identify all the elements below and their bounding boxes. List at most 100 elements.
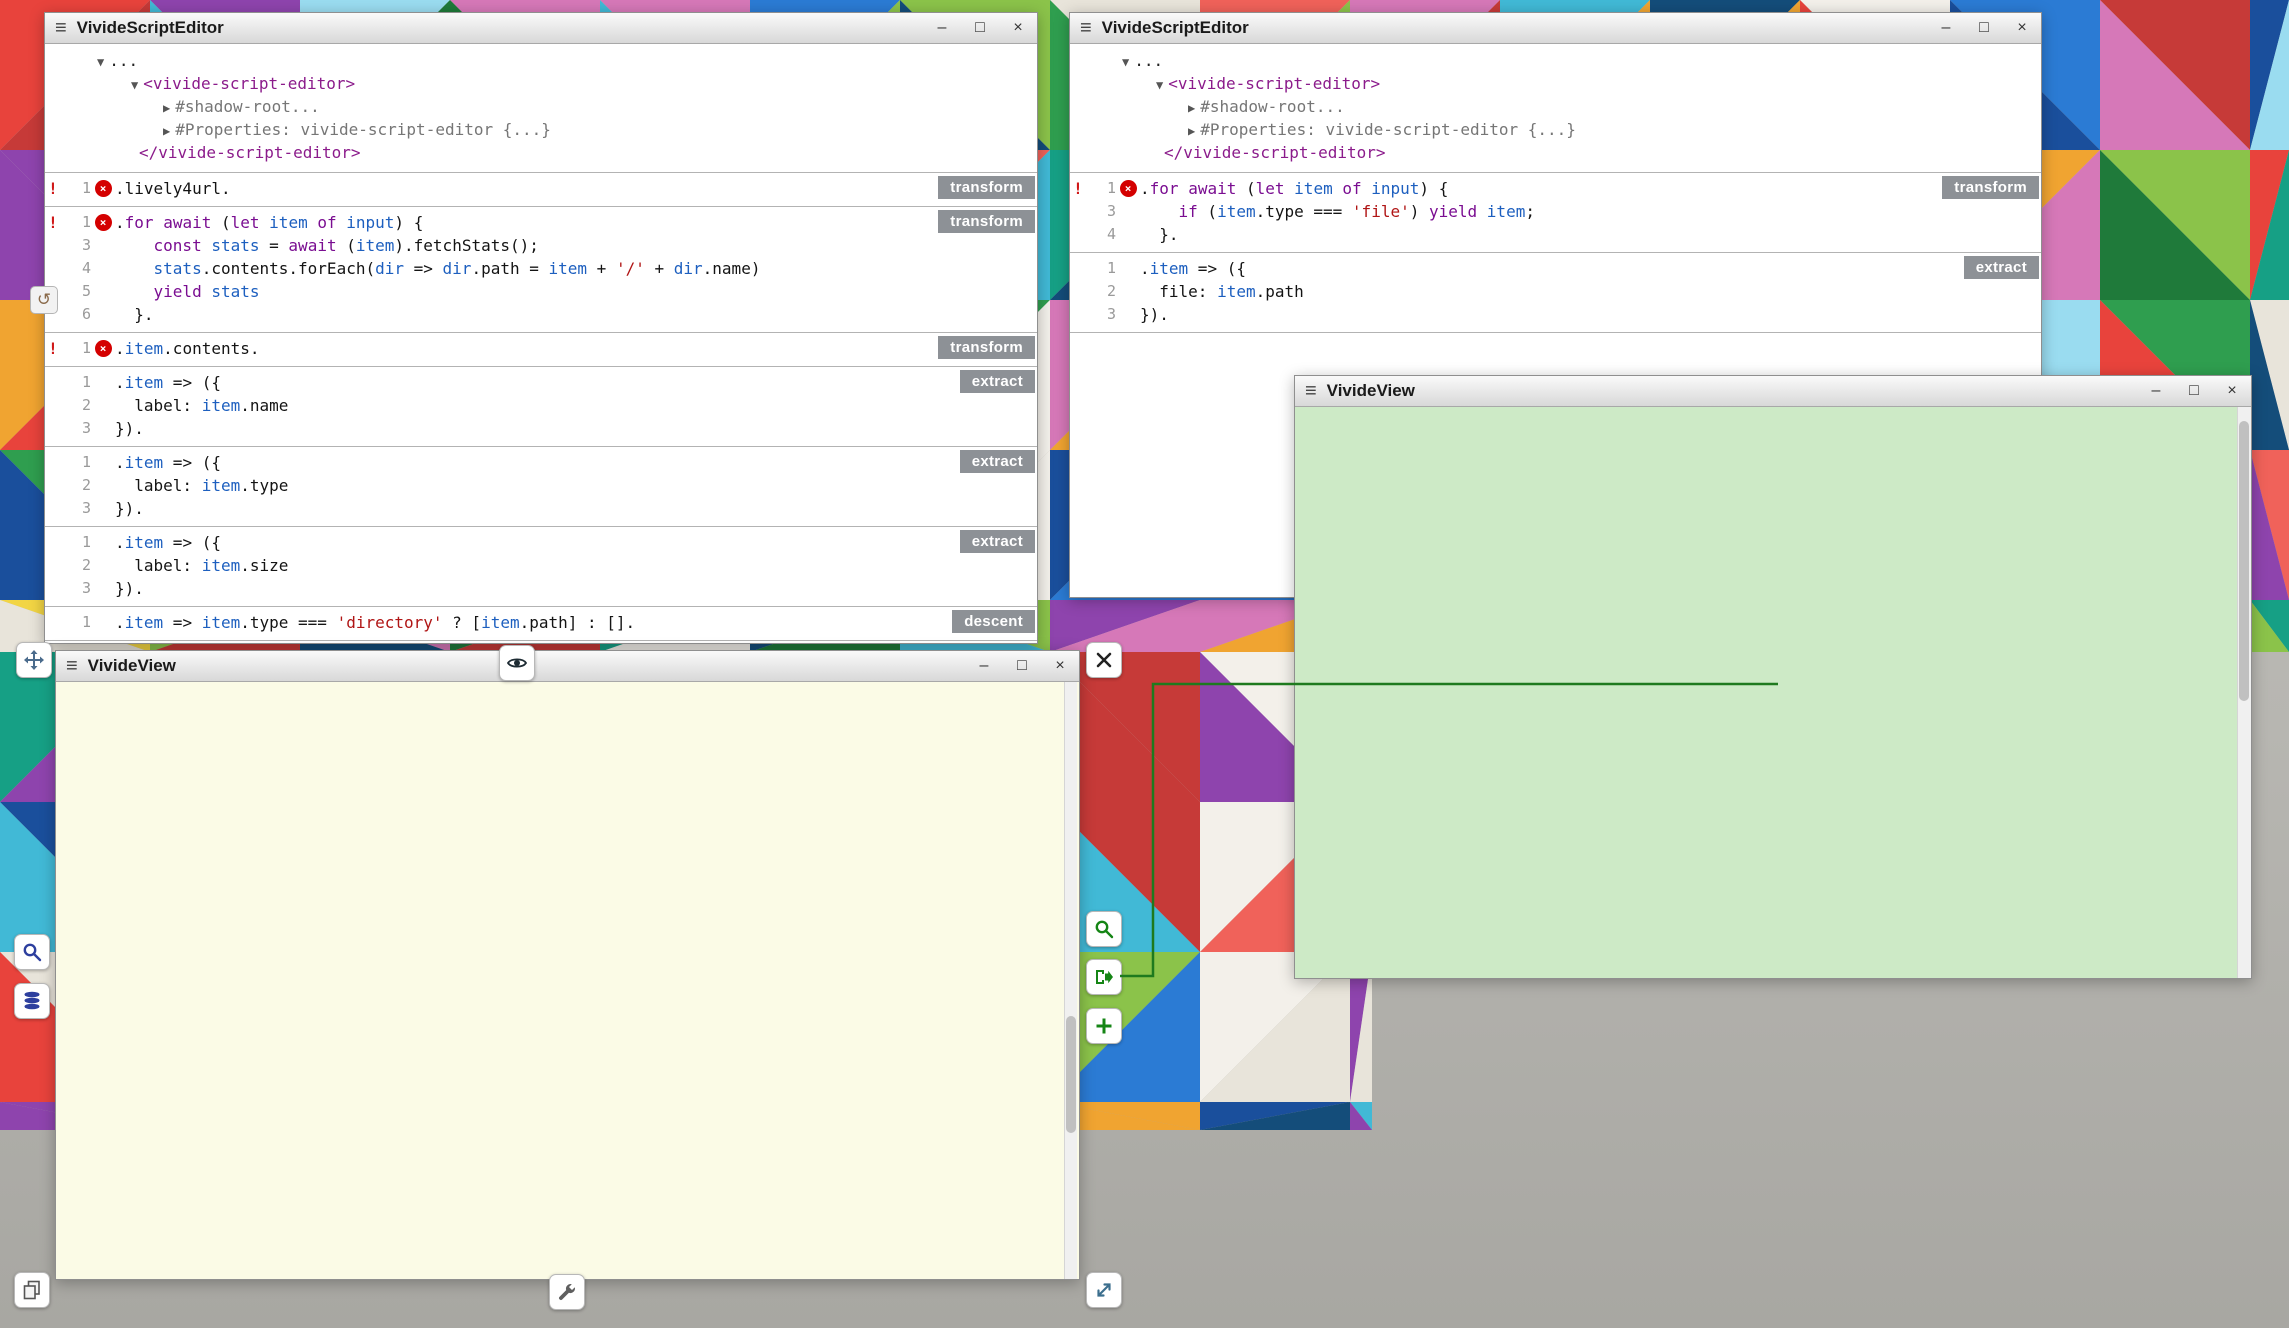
tree-expanded-icon[interactable]: ▼ xyxy=(1122,55,1129,69)
code-line[interactable]: yield stats xyxy=(115,280,260,303)
script-section-extract[interactable]: extract1.item => ({2 label: item.type3})… xyxy=(45,446,1037,526)
maximize-button[interactable]: □ xyxy=(1013,658,1031,674)
search-icon-green[interactable] xyxy=(1086,911,1122,947)
code-line[interactable]: }). xyxy=(1140,303,1169,326)
tree-collapsed-icon[interactable]: ▶ xyxy=(1188,101,1195,115)
code-line[interactable]: }). xyxy=(115,577,144,600)
add-icon[interactable] xyxy=(1086,1008,1122,1044)
script-section-transform[interactable]: transform!1×.for await (let item of inpu… xyxy=(45,206,1037,332)
close-button[interactable]: × xyxy=(1009,20,1027,36)
code-line[interactable]: .for await (let item of input) { xyxy=(1140,177,1448,200)
tree-expanded-icon[interactable]: ▼ xyxy=(131,78,138,92)
scrollbar-thumb[interactable] xyxy=(1066,1016,1076,1133)
script-section-extract[interactable]: extract1.item => ({2 label: item.name3})… xyxy=(45,366,1037,446)
titlebar[interactable]: ≡ VivideScriptEditor – □ × xyxy=(45,13,1037,44)
code-line[interactable]: .item.contents. xyxy=(115,337,260,360)
code-line[interactable]: .item => ({ xyxy=(115,531,221,554)
wrench-icon[interactable] xyxy=(549,1274,585,1310)
script-section-extract[interactable]: extract1.item => ({2 file: item.path3}). xyxy=(1070,252,2041,332)
scrollbar[interactable] xyxy=(2237,407,2251,978)
tree-open-tag-row[interactable]: ▼<vivide-script-editor> xyxy=(1070,73,2041,96)
code-line[interactable]: if (item.type === 'file') yield item; xyxy=(1140,200,1535,223)
undo-icon[interactable]: ↺ xyxy=(30,286,58,314)
script-sections[interactable]: transform!1×.lively4url.transform!1×.for… xyxy=(45,172,1037,641)
code-line[interactable]: const stats = await (item).fetchStats(); xyxy=(115,234,539,257)
code-line[interactable]: .lively4url. xyxy=(115,177,231,200)
minimize-button[interactable]: – xyxy=(933,20,951,36)
tree-properties-row[interactable]: ▶#Properties: vivide-script-editor {...} xyxy=(45,119,1037,142)
tree-close-tag-row[interactable]: </vivide-script-editor> xyxy=(1070,142,2041,164)
tree-shadow-root-row[interactable]: ▶#shadow-root... xyxy=(1070,96,2041,119)
script-sections[interactable]: transform!1×.for await (let item of inpu… xyxy=(1070,172,2041,333)
eye-icon[interactable] xyxy=(499,645,535,681)
resize-icon[interactable] xyxy=(1086,1272,1122,1308)
maximize-button[interactable]: □ xyxy=(2185,383,2203,399)
copy-icon[interactable] xyxy=(14,1272,50,1308)
script-editor-body[interactable]: ▼... ▼<vivide-script-editor> ▶#shadow-ro… xyxy=(45,44,1037,643)
maximize-button[interactable]: □ xyxy=(971,20,989,36)
close-button[interactable]: × xyxy=(2013,20,2031,36)
tree-open-tag-row[interactable]: ▼<vivide-script-editor> xyxy=(45,73,1037,96)
window-vivide-view-files[interactable]: ≡ VivideView – □ × xyxy=(55,650,1080,1280)
close-button[interactable]: × xyxy=(2223,383,2241,399)
code-line[interactable]: .item => ({ xyxy=(1140,257,1246,280)
script-section-descent[interactable]: descent1.item => item.type === 'director… xyxy=(45,606,1037,640)
move-icon[interactable] xyxy=(16,642,52,678)
tree-collapsed-icon[interactable]: ▶ xyxy=(163,101,170,115)
tree-properties-row[interactable]: ▶#Properties: vivide-script-editor {...} xyxy=(1070,119,2041,142)
hamburger-menu-icon[interactable]: ≡ xyxy=(1305,381,1317,401)
code-line[interactable]: .item => ({ xyxy=(115,451,221,474)
tree-root-row[interactable]: ▼... xyxy=(1070,50,2041,73)
maximize-button[interactable]: □ xyxy=(1975,20,1993,36)
scrollbar[interactable] xyxy=(1064,682,1077,1279)
minimize-button[interactable]: – xyxy=(1937,20,1955,36)
window-title: VivideView xyxy=(88,656,176,676)
code-line[interactable]: label: item.type xyxy=(115,474,288,497)
scrollbar-thumb[interactable] xyxy=(2239,421,2249,701)
code-line[interactable]: label: item.name xyxy=(115,394,288,417)
window-vivide-script-editor-left[interactable]: ≡ VivideScriptEditor – □ × ▼... ▼<vivide… xyxy=(44,12,1038,644)
code-line[interactable]: }. xyxy=(115,303,154,326)
stage-label-transform: transform xyxy=(938,176,1035,199)
code-row: !1×.for await (let item of input) { xyxy=(1070,177,2041,200)
script-section-extract[interactable]: extract1.item => ({2 label: item.size3})… xyxy=(45,526,1037,606)
script-section-transform[interactable]: transform!1×.for await (let item of inpu… xyxy=(1070,172,2041,252)
window-vivide-view-code[interactable]: ≡ VivideView – □ × xyxy=(1294,375,2252,979)
minimize-button[interactable]: – xyxy=(2147,383,2165,399)
tree-close-tag-row[interactable]: </vivide-script-editor> xyxy=(45,142,1037,164)
tree-root-row[interactable]: ▼... xyxy=(45,50,1037,73)
code-line[interactable]: stats.contents.forEach(dir => dir.path =… xyxy=(115,257,760,280)
data-source-icon[interactable] xyxy=(14,983,50,1019)
code-line[interactable]: .item => ({ xyxy=(115,371,221,394)
close-halo-icon[interactable] xyxy=(1086,642,1122,678)
tree-expanded-icon[interactable]: ▼ xyxy=(1156,78,1163,92)
code-line[interactable]: label: item.size xyxy=(115,554,288,577)
hamburger-menu-icon[interactable]: ≡ xyxy=(66,656,78,676)
tree-shadow-root-row[interactable]: ▶#shadow-root... xyxy=(45,96,1037,119)
gutter: 3 xyxy=(1070,200,1140,223)
code-view-body[interactable] xyxy=(1295,407,2251,978)
search-icon[interactable] xyxy=(14,934,50,970)
tree-collapsed-icon[interactable]: ▶ xyxy=(163,124,170,138)
titlebar[interactable]: ≡ VivideView – □ × xyxy=(56,651,1079,682)
hamburger-menu-icon[interactable]: ≡ xyxy=(55,18,67,38)
script-section-transform[interactable]: transform!1×.lively4url. xyxy=(45,172,1037,206)
titlebar[interactable]: ≡ VivideScriptEditor – □ × xyxy=(1070,13,2041,44)
stage-label-extract: extract xyxy=(1964,256,2039,279)
hamburger-menu-icon[interactable]: ≡ xyxy=(1080,18,1092,38)
connect-target-icon[interactable] xyxy=(1086,959,1122,995)
code-line[interactable]: }). xyxy=(115,497,144,520)
tree-expanded-icon[interactable]: ▼ xyxy=(97,55,104,69)
code-line[interactable]: .item => item.type === 'directory' ? [it… xyxy=(115,611,635,634)
code-line[interactable]: }. xyxy=(1140,223,1179,246)
tree-collapsed-icon[interactable]: ▶ xyxy=(1188,124,1195,138)
close-button[interactable]: × xyxy=(1051,658,1069,674)
script-section-transform[interactable]: transform!1×.item.contents. xyxy=(45,332,1037,366)
code-line[interactable]: }). xyxy=(115,417,144,440)
gutter: 3 xyxy=(45,497,115,520)
file-list-body[interactable] xyxy=(56,682,1079,1279)
code-line[interactable]: .for await (let item of input) { xyxy=(115,211,423,234)
titlebar[interactable]: ≡ VivideView – □ × xyxy=(1295,376,2251,407)
minimize-button[interactable]: – xyxy=(975,658,993,674)
code-line[interactable]: file: item.path xyxy=(1140,280,1304,303)
